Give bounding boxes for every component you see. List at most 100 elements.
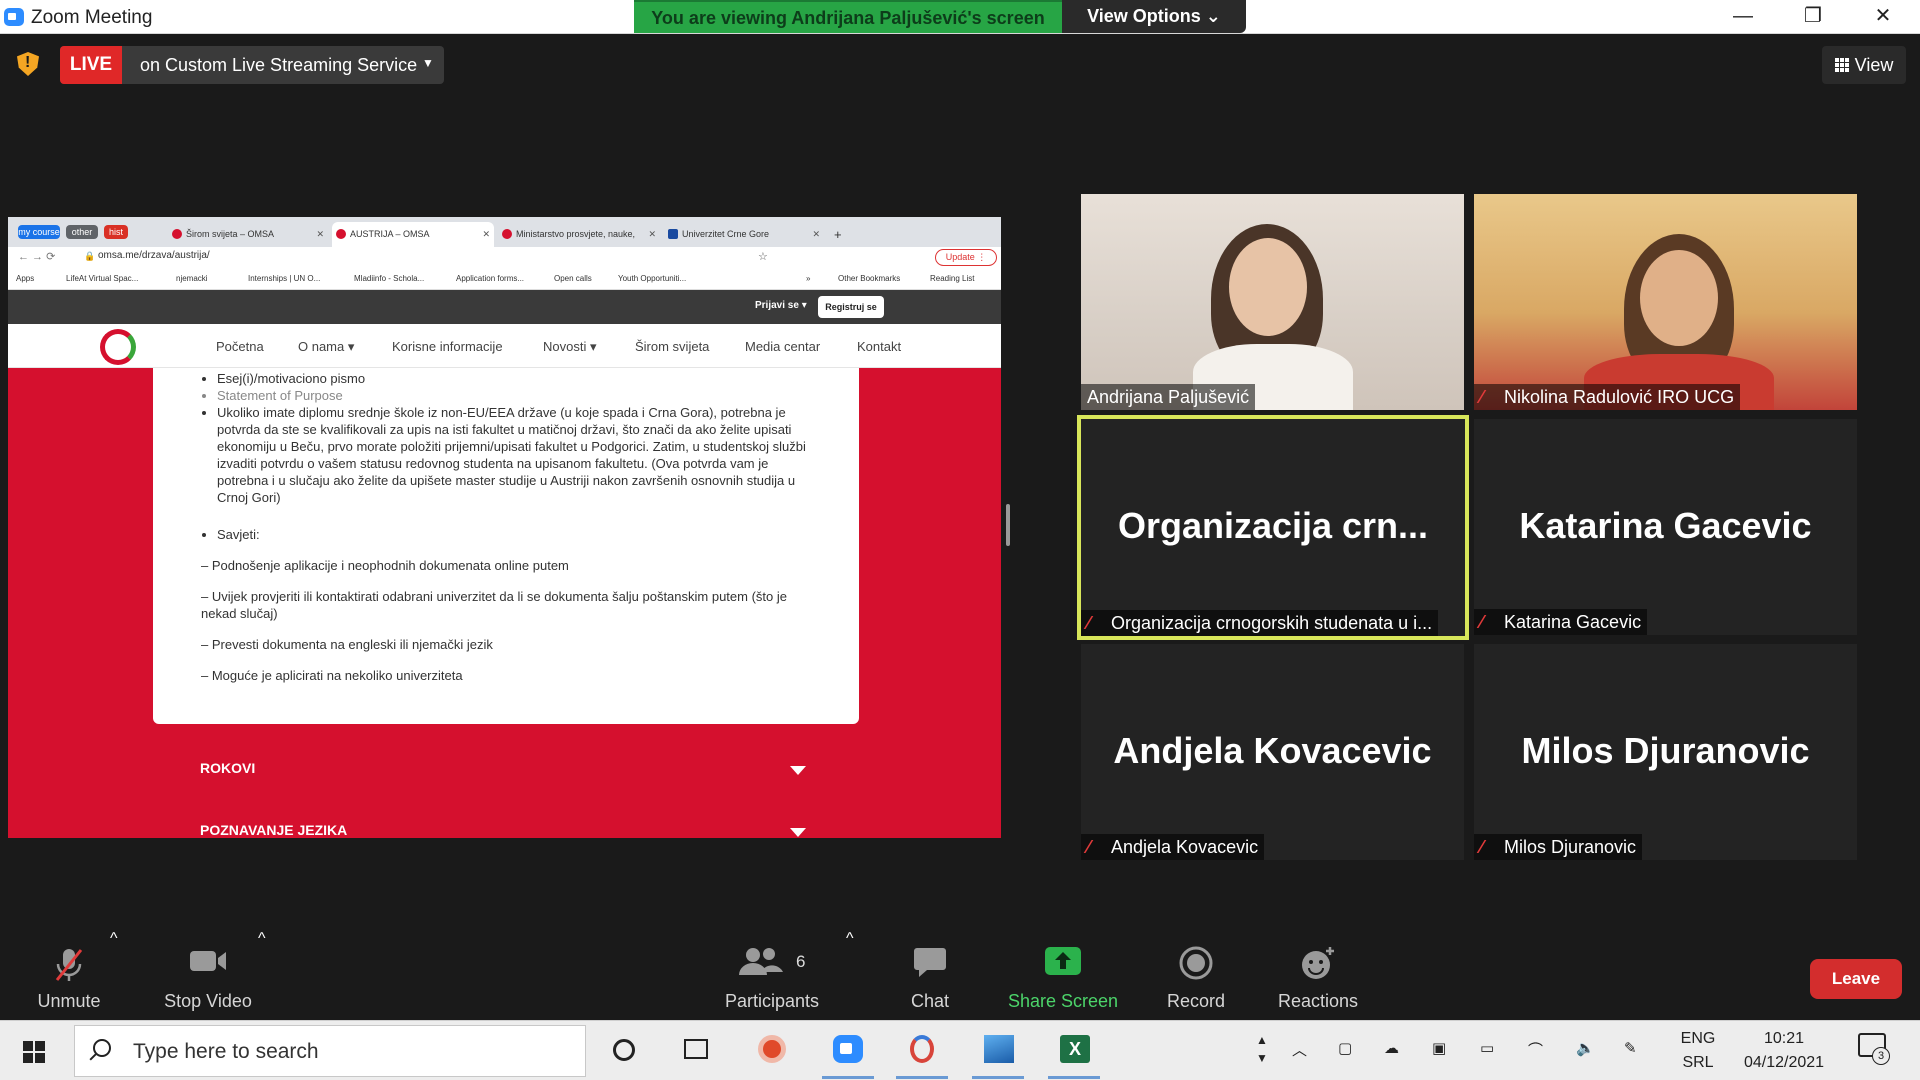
bookmark-item[interactable]: Mladiinfo - Schola...: [354, 274, 424, 283]
cortana-icon[interactable]: [594, 1027, 654, 1077]
bookmarks-overflow[interactable]: »: [806, 274, 810, 283]
leave-button[interactable]: Leave: [1810, 959, 1902, 999]
close-tab-icon[interactable]: ✕: [648, 222, 656, 247]
taskbar-search-box[interactable]: Type here to search: [74, 1025, 586, 1077]
nav-item[interactable]: Širom svijeta: [635, 339, 709, 354]
view-options-button[interactable]: View Options ⌄: [1062, 0, 1246, 33]
screen-capture-icon[interactable]: ▣: [1432, 1039, 1446, 1057]
chevron-down-icon[interactable]: [790, 766, 806, 775]
chevron-down-icon[interactable]: ▼: [422, 56, 434, 70]
participant-tile[interactable]: Katarina Gacevic ⁄ Katarina Gacevic: [1474, 419, 1857, 635]
zoom-app-icon: [4, 8, 24, 26]
bookmark-item[interactable]: Open calls: [554, 274, 592, 283]
share-screen-button[interactable]: Share Screen: [1003, 930, 1123, 1020]
onedrive-icon[interactable]: ☁: [1384, 1039, 1399, 1057]
security-shield-icon[interactable]: [17, 52, 39, 76]
view-layout-button[interactable]: View: [1822, 46, 1906, 84]
participants-options-caret[interactable]: ^: [846, 930, 854, 948]
bookmark-item[interactable]: Internships | UN O...: [248, 274, 320, 283]
browser-tab[interactable]: Širom svijeta – OMSA ✕: [168, 222, 328, 247]
audio-options-caret[interactable]: ^: [110, 930, 118, 948]
accordion-poznavanje-jezika[interactable]: POZNAVANJE JEZIKA: [200, 822, 347, 838]
unmute-button[interactable]: Unmute: [24, 930, 114, 1020]
nav-item[interactable]: Početna: [216, 339, 264, 354]
omsa-logo[interactable]: [100, 329, 136, 365]
participants-count: 6: [796, 952, 806, 971]
nav-item[interactable]: Kontakt: [857, 339, 901, 354]
participant-tile[interactable]: Andrijana Paljušević: [1081, 194, 1464, 410]
live-streaming-indicator[interactable]: LIVE on Custom Live Streaming Service ▼: [60, 46, 444, 84]
task-view-icon[interactable]: [666, 1027, 726, 1077]
video-options-caret[interactable]: ^: [258, 930, 266, 948]
update-button[interactable]: Update ⋮: [935, 249, 997, 266]
participants-button[interactable]: 6 Participants: [716, 930, 828, 1020]
close-tab-icon[interactable]: ✕: [316, 222, 324, 247]
snipping-tool-icon[interactable]: [892, 1027, 952, 1079]
meeting-controls: Unmute ^ Stop Video ^ 6 Participants ^ C…: [0, 930, 1920, 1020]
share-screen-label: Share Screen: [1007, 991, 1119, 1011]
meet-now-icon[interactable]: ▢: [1338, 1039, 1352, 1057]
minimize-button[interactable]: —: [1714, 0, 1772, 34]
close-tab-icon[interactable]: ✕: [482, 222, 490, 247]
chat-button[interactable]: Chat: [900, 930, 960, 1020]
new-tab-button[interactable]: +: [828, 222, 852, 247]
nav-item[interactable]: Novosti ▾: [543, 339, 597, 355]
split-resize-handle[interactable]: [1006, 504, 1010, 546]
star-icon[interactable]: ☆: [758, 250, 768, 263]
wifi-icon[interactable]: ⌒: [1528, 1039, 1543, 1060]
bookmark-item[interactable]: Application forms...: [456, 274, 524, 283]
bookmark-item[interactable]: Youth Opportuniti...: [618, 274, 686, 283]
chevron-down-icon[interactable]: [790, 828, 806, 837]
title-bar: Zoom Meeting You are viewing Andrijana P…: [0, 0, 1920, 34]
browser-tab-active[interactable]: AUSTRIJA – OMSA ✕: [332, 222, 494, 247]
register-button[interactable]: Registruj se: [818, 296, 884, 318]
show-hidden-icons-chevron[interactable]: ︿: [1292, 1039, 1307, 1060]
participant-tile[interactable]: Milos Djuranovic ⁄ Milos Djuranovic: [1474, 644, 1857, 860]
shared-screen[interactable]: my course other hist Širom svijeta – OMS…: [8, 217, 1001, 838]
nav-item[interactable]: Media centar: [745, 339, 820, 354]
zoom-taskbar-icon[interactable]: [818, 1027, 878, 1079]
reactions-button[interactable]: Reactions: [1270, 930, 1366, 1020]
input-language[interactable]: ENG SRL: [1678, 1027, 1718, 1075]
taskbar-clock[interactable]: 10:21 04/12/2021: [1734, 1027, 1834, 1075]
pen-icon[interactable]: ✎: [1624, 1039, 1637, 1057]
record-button[interactable]: Record: [1156, 930, 1236, 1020]
close-button[interactable]: ✕: [1854, 0, 1912, 34]
bookmark-item[interactable]: LifeAt Virtual Spac...: [66, 274, 138, 283]
tip-item: – Prevesti dokumenta na engleski ili nje…: [201, 637, 493, 652]
windows-start-icon[interactable]: [23, 1041, 45, 1063]
nav-item[interactable]: Korisne informacije: [392, 339, 503, 354]
back-forward-reload-icons[interactable]: ← → ⟳: [18, 250, 55, 263]
search-placeholder: Type here to search: [133, 1040, 319, 1063]
volume-icon[interactable]: 🔈: [1576, 1039, 1595, 1057]
login-link[interactable]: Prijavi se ▾: [755, 300, 807, 311]
excel-app-icon[interactable]: X: [1044, 1027, 1104, 1079]
bookmark-item[interactable]: Reading List: [930, 274, 974, 283]
content-card: Esej(i)/motivaciono pismo Statement of P…: [153, 368, 859, 724]
accordion-rokovi[interactable]: ROKOVI: [200, 760, 255, 776]
bookmark-item[interactable]: njemacki: [176, 274, 208, 283]
participant-tile[interactable]: Andjela Kovacevic ⁄ Andjela Kovacevic: [1081, 644, 1464, 860]
stop-video-button[interactable]: Stop Video: [150, 930, 266, 1020]
bookmark-item[interactable]: Other Bookmarks: [838, 274, 900, 283]
notifications-icon[interactable]: 3: [1858, 1033, 1890, 1065]
participant-tile[interactable]: ⁄ Nikolina Radulović IRO UCG: [1474, 194, 1857, 410]
browser-tab[interactable]: Univerzitet Crne Gore ✕: [664, 222, 824, 247]
tab-group-chip[interactable]: hist: [104, 225, 128, 239]
battery-icon[interactable]: ▭: [1480, 1039, 1494, 1057]
tab-group-chip[interactable]: my course: [18, 225, 60, 239]
tip-item: – Uvijek provjeriti ili kontaktirati oda…: [201, 589, 787, 621]
restore-button[interactable]: ❐: [1784, 0, 1842, 34]
close-tab-icon[interactable]: ✕: [812, 222, 820, 247]
tab-group-chip[interactable]: other: [66, 225, 98, 239]
bookmark-item[interactable]: Apps: [16, 274, 34, 283]
participant-name-label: ⁄ Katarina Gacevic: [1474, 609, 1648, 635]
nav-item[interactable]: O nama ▾: [298, 339, 354, 355]
participant-name-label: ⁄ Milos Djuranovic: [1474, 834, 1643, 860]
browser-tab[interactable]: Ministarstvo prosvjete, nauke, ✕: [498, 222, 660, 247]
browser-app-icon[interactable]: [742, 1027, 802, 1077]
address-input[interactable]: omsa.me/drzava/austrija/: [98, 250, 210, 261]
taskbar-scroll-arrows[interactable]: ▲ ▼: [1256, 1031, 1268, 1067]
participant-tile-active-speaker[interactable]: Organizacija crn... ⁄ Organizacija crnogo…: [1077, 415, 1469, 640]
photos-app-icon[interactable]: [968, 1027, 1028, 1079]
